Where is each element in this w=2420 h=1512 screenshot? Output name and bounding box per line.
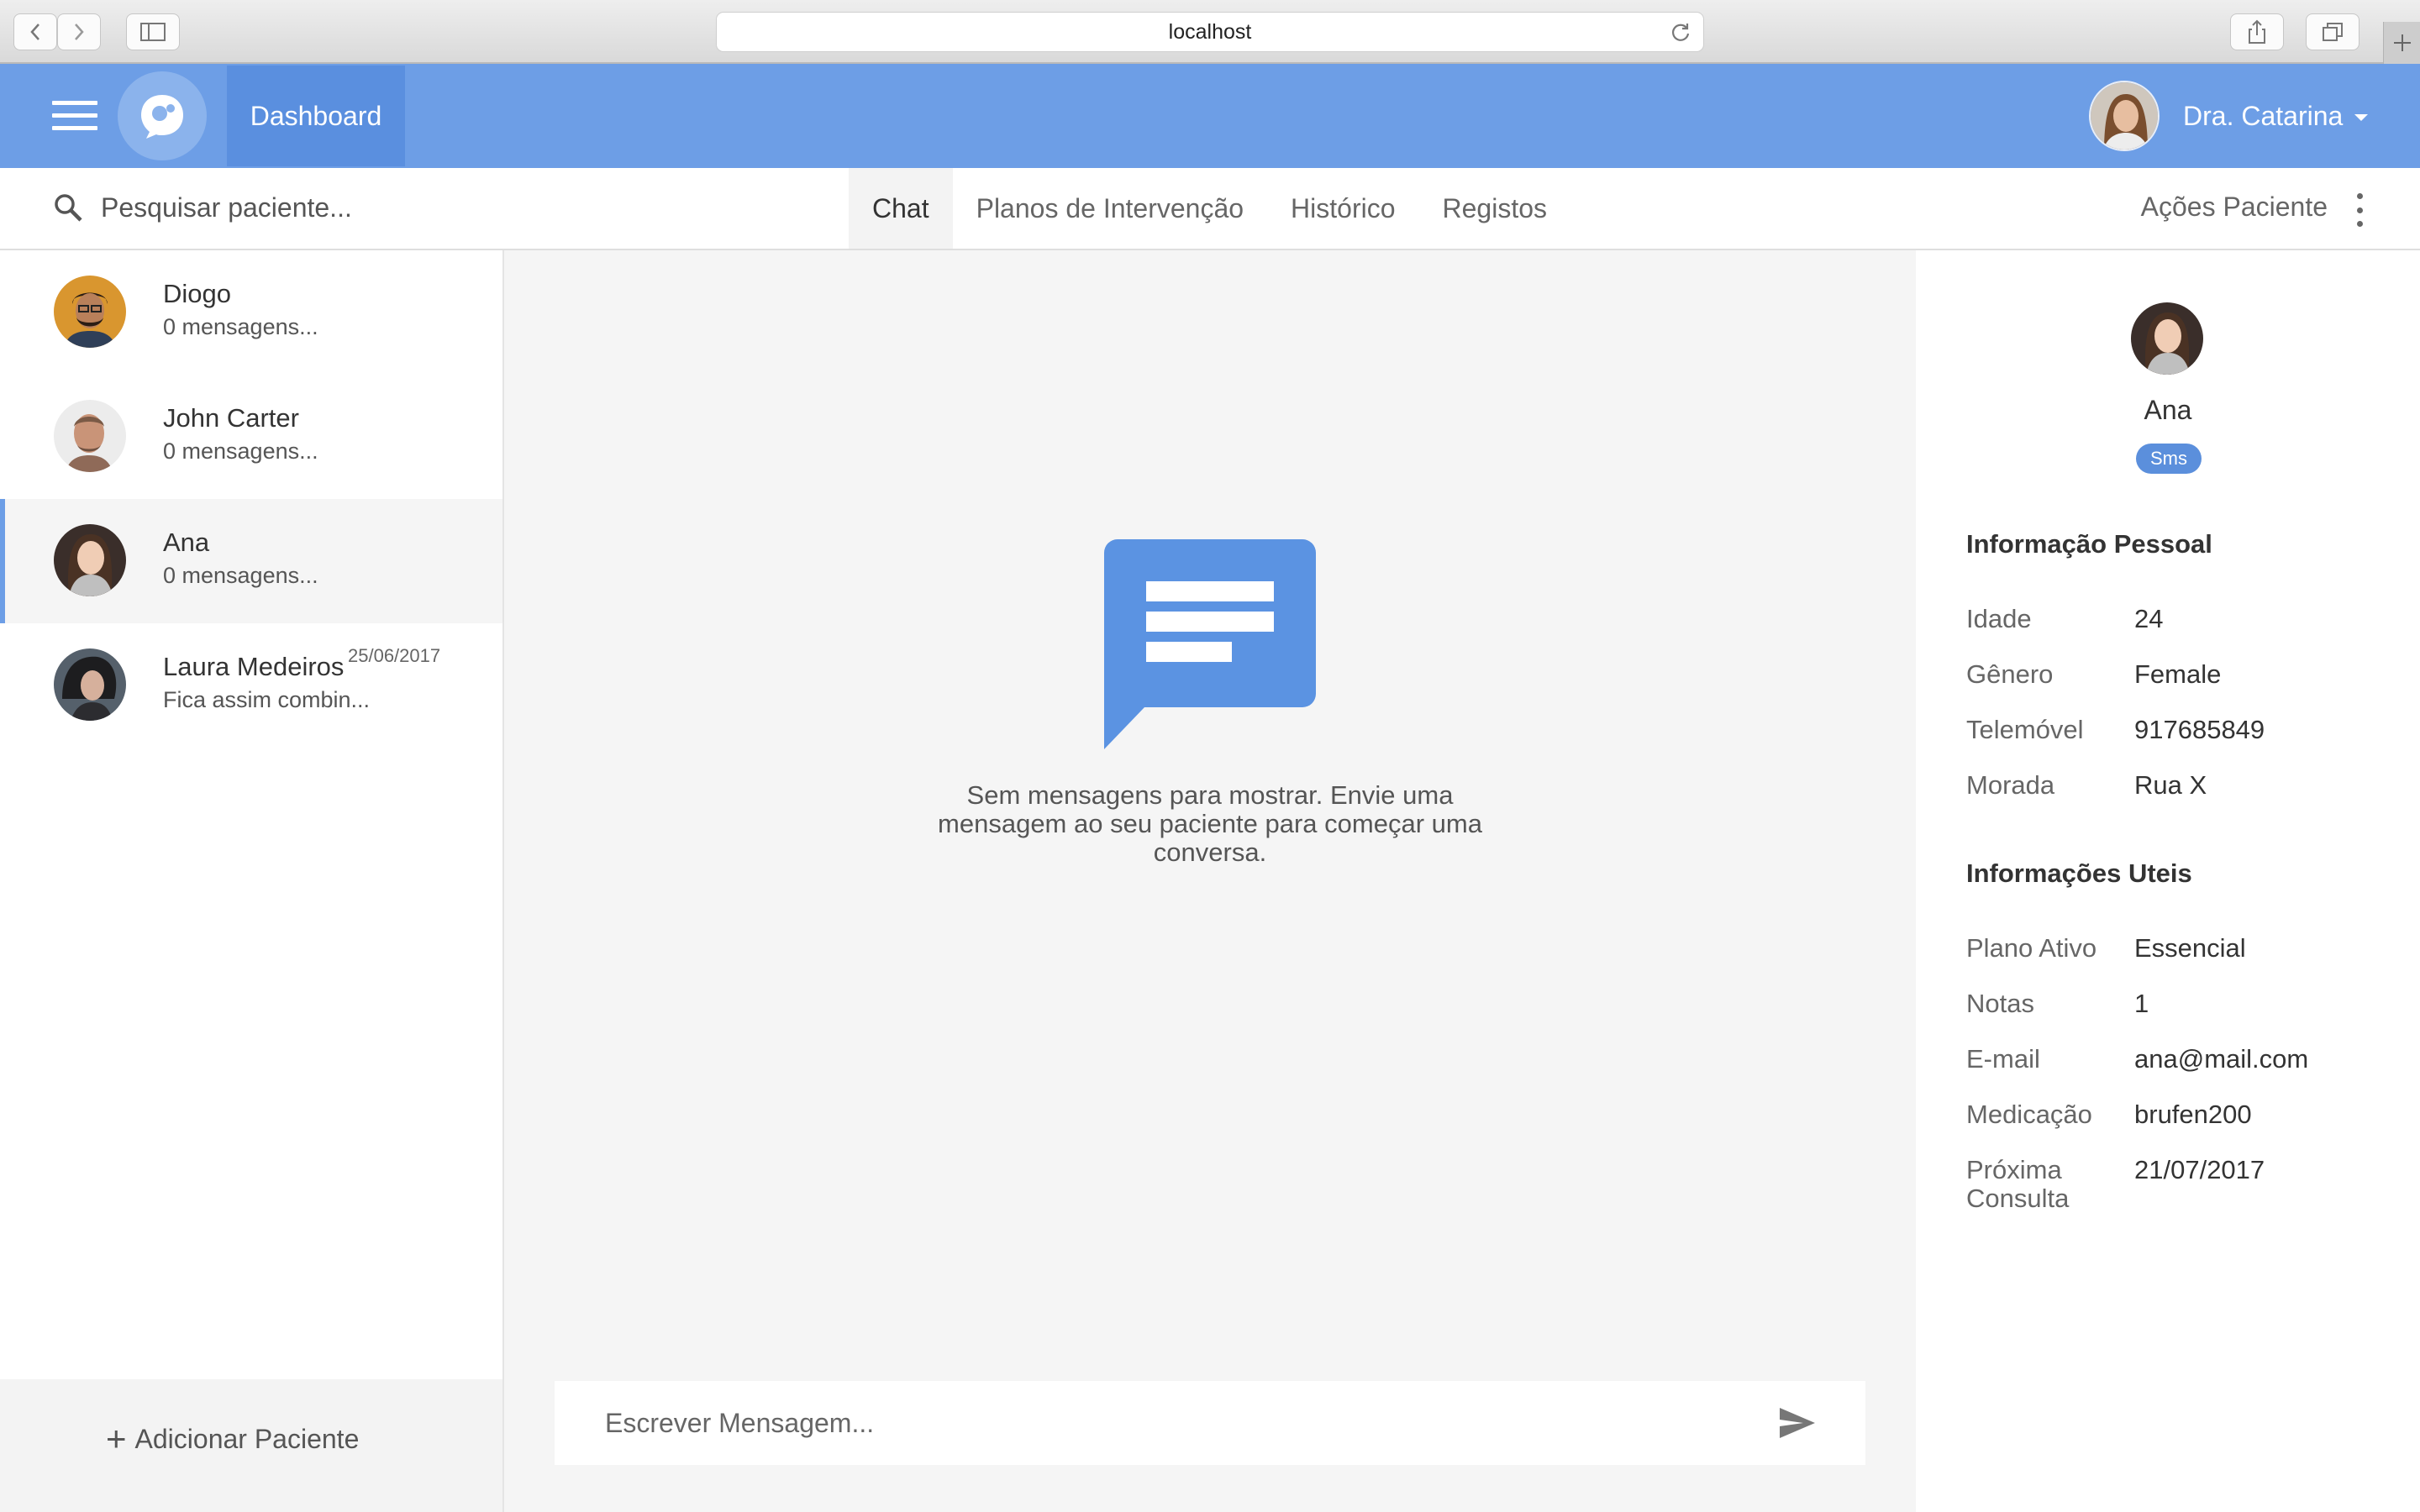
info-value: 24: [2134, 604, 2164, 633]
info-value: 21/07/2017: [2134, 1155, 2265, 1184]
tabs-icon: [2323, 23, 2343, 41]
info-label: E-mail: [1966, 1044, 2040, 1074]
doctor-avatar: [2089, 81, 2160, 151]
useful-info-heading: Informações Uteis: [1966, 858, 2192, 888]
chat-panel: Sem mensagens para mostrar. Envie uma me…: [504, 250, 1916, 1512]
patient-name: John Carter: [163, 403, 299, 433]
sidebar-toggle-button[interactable]: [126, 13, 180, 50]
info-row-notes: Notas 1: [1966, 990, 2149, 1018]
caret-down-icon: [2354, 114, 2369, 121]
info-value: 917685849: [2134, 715, 2265, 744]
more-vertical-icon[interactable]: [2351, 193, 2368, 227]
info-row-address: Morada Rua X: [1966, 771, 2207, 800]
patient-profile-panel: Ana Sms Informação Pessoal Idade 24 Gêne…: [1916, 250, 2420, 1512]
patient-tabs: Chat Planos de Intervenção Histórico Reg…: [849, 168, 1570, 249]
tabs-overview-button[interactable]: [2306, 13, 2360, 50]
avatar: [54, 648, 126, 721]
app-logo[interactable]: [118, 71, 207, 160]
info-value: ana@mail.com: [2134, 1044, 2309, 1074]
add-patient-button[interactable]: + Adicionar Paciente: [106, 1421, 359, 1457]
info-value: 1: [2134, 989, 2149, 1018]
patient-toolbar: Pesquisar paciente... Chat Planos de Int…: [0, 168, 2420, 250]
info-row-phone: Telemóvel 917685849: [1966, 716, 2265, 744]
info-label: Medicação: [1966, 1100, 2092, 1129]
new-tab-button[interactable]: [2383, 22, 2420, 64]
patient-preview: Fica assim combin...: [163, 687, 371, 712]
url-bar[interactable]: localhost: [716, 12, 1704, 52]
profile-name: Ana: [2144, 395, 2192, 425]
patient-preview: 0 mensagens...: [163, 438, 318, 464]
avatar: [54, 276, 126, 348]
patient-sidebar: Diogo 0 mensagens... John Carter 0 mensa…: [0, 250, 504, 1512]
patient-item-diogo[interactable]: Diogo 0 mensagens...: [0, 250, 502, 375]
info-label: Morada: [1966, 770, 2055, 800]
patient-item-ana[interactable]: Ana 0 mensagens...: [0, 499, 502, 623]
last-message-date: 25/06/2017: [348, 645, 441, 666]
back-button[interactable]: [13, 13, 57, 50]
tab-chat[interactable]: Chat: [849, 168, 953, 249]
add-patient-label: Adicionar Paciente: [134, 1423, 360, 1454]
user-menu[interactable]: Dra. Catarina: [2089, 79, 2369, 153]
share-button[interactable]: [2230, 13, 2284, 50]
patient-preview: 0 mensagens...: [163, 314, 318, 339]
plus-icon: [2393, 34, 2411, 51]
info-value: Female: [2134, 659, 2222, 689]
info-value: Rua X: [2134, 770, 2207, 800]
info-label: Plano Ativo: [1966, 933, 2097, 963]
info-label: Notas: [1966, 989, 2034, 1018]
tab-records[interactable]: Registos: [1419, 168, 1571, 249]
chevron-left-icon: [30, 24, 39, 40]
info-row-next-appointment: Próxima Consulta 21/07/2017: [1966, 1156, 2265, 1213]
info-label: Idade: [1966, 604, 2032, 633]
info-row-medication: Medicação brufen200: [1966, 1100, 2252, 1129]
chevron-right-icon: [75, 24, 84, 40]
patient-list: Diogo 0 mensagens... John Carter 0 mensa…: [0, 250, 502, 748]
patient-actions-button[interactable]: Ações Paciente: [2141, 192, 2328, 223]
info-label: Próxima Consulta: [1966, 1155, 2070, 1213]
menu-icon[interactable]: [52, 101, 97, 131]
reload-icon[interactable]: [1670, 21, 1691, 43]
info-value: Essencial: [2134, 933, 2246, 963]
tab-intervention-plans[interactable]: Planos de Intervenção: [953, 168, 1267, 249]
patient-name: Laura Medeiros: [163, 652, 345, 681]
dashboard-nav-tab[interactable]: Dashboard: [227, 66, 405, 166]
empty-chat-message: Sem mensagens para mostrar. Envie uma me…: [938, 780, 1482, 867]
app-header: Dashboard Dra. Catarina: [0, 64, 2420, 168]
patient-search[interactable]: Pesquisar paciente...: [52, 192, 521, 223]
info-row-age: Idade 24: [1966, 605, 2163, 633]
search-input[interactable]: Pesquisar paciente...: [101, 192, 521, 223]
avatar: [54, 524, 126, 596]
info-label: Gênero: [1966, 659, 2054, 689]
patient-name: Ana: [163, 528, 210, 557]
status-badge: Sms: [2136, 444, 2202, 474]
info-value: brufen200: [2134, 1100, 2252, 1129]
tab-history[interactable]: Histórico: [1267, 168, 1418, 249]
info-row-gender: Gênero Female: [1966, 660, 2221, 689]
doctor-name: Dra. Catarina: [2183, 100, 2344, 131]
message-composer: Escrever Mensagem...: [555, 1381, 1865, 1465]
chat-bubble-icon: [1104, 539, 1316, 749]
patient-item-john-carter[interactable]: John Carter 0 mensagens...: [0, 375, 502, 499]
patient-name: Diogo: [163, 279, 231, 308]
info-row-email: E-mail ana@mail.com: [1966, 1045, 2308, 1074]
patient-item-laura-medeiros[interactable]: Laura Medeiros 25/06/2017 Fica assim com…: [0, 623, 502, 748]
send-icon[interactable]: [1778, 1406, 1817, 1440]
info-label: Telemóvel: [1966, 715, 2084, 744]
sidebar-footer: + Adicionar Paciente: [0, 1379, 502, 1512]
browser-chrome: localhost: [0, 0, 2420, 64]
message-input[interactable]: Escrever Mensagem...: [605, 1408, 1697, 1439]
plus-icon: +: [106, 1419, 127, 1458]
share-icon: [2249, 19, 2265, 44]
logo-icon: [141, 95, 183, 139]
patient-preview: 0 mensagens...: [163, 563, 318, 588]
info-row-active-plan: Plano Ativo Essencial: [1966, 934, 2246, 963]
url-text: localhost: [1168, 19, 1252, 44]
avatar: [54, 400, 126, 472]
forward-button[interactable]: [57, 13, 101, 50]
patient-avatar: [2131, 302, 2203, 375]
personal-info-heading: Informação Pessoal: [1966, 529, 2212, 559]
search-icon: [55, 194, 82, 222]
sidebar-icon: [140, 23, 166, 41]
